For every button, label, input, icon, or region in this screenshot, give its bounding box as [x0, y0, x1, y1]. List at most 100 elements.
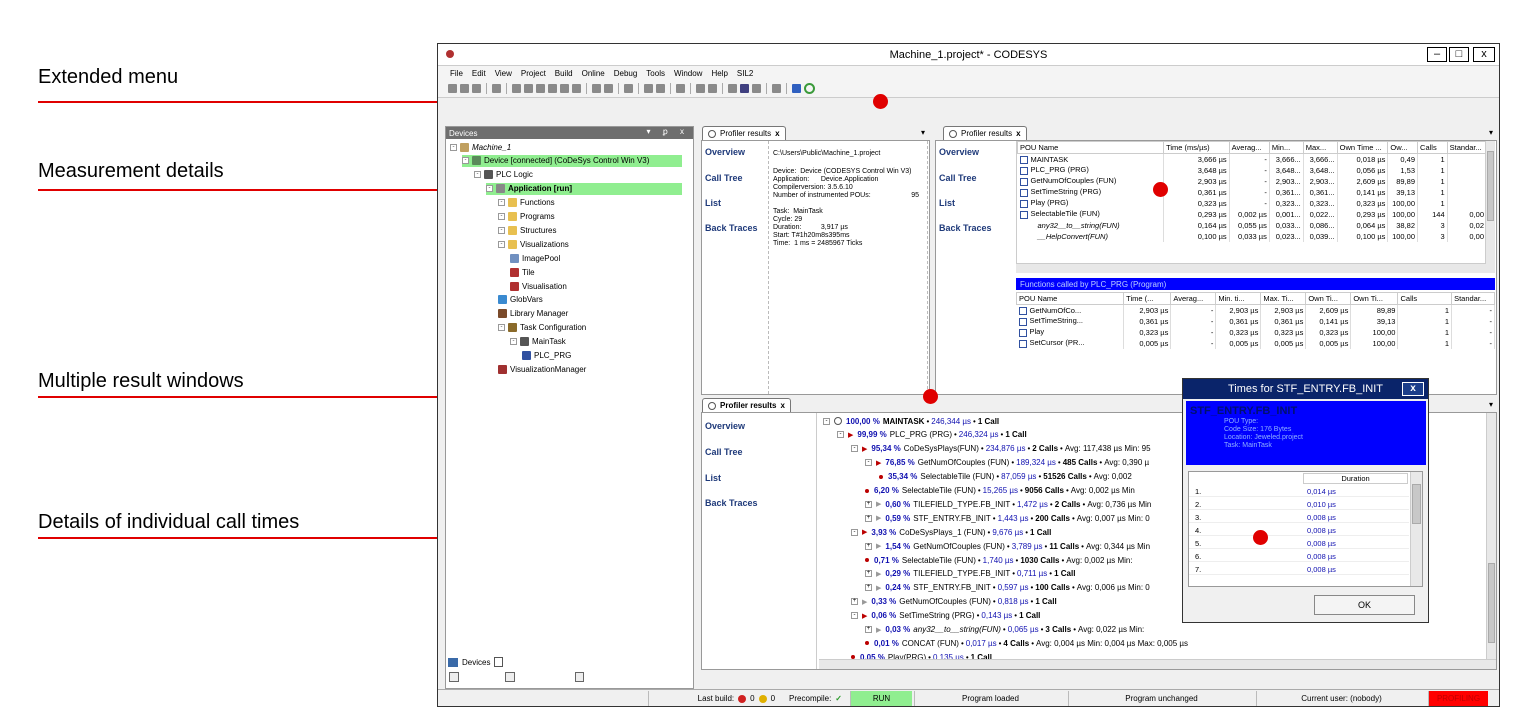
login-icon[interactable] — [696, 84, 705, 93]
find-icon[interactable] — [592, 84, 601, 93]
collapse-icon[interactable]: - — [851, 612, 858, 620]
devices-header-controls[interactable]: ▾ ꝑ x — [646, 127, 689, 136]
expand-icon[interactable]: + — [851, 598, 858, 606]
tree-node[interactable]: - Functions — [498, 197, 555, 209]
list-vertical-scrollbar[interactable] — [1485, 141, 1495, 273]
call-tree-row[interactable]: - ▶ 76,85 % GetNumOfCouples (FUN) • 189,324… — [865, 457, 1149, 469]
collapse-icon[interactable]: - — [474, 171, 481, 179]
call-tree-row[interactable]: - ▶ 99,99 % PLC_PRG (PRG) • 246,324 µs • 1 … — [837, 429, 1027, 441]
tree-node[interactable]: Visualisation — [510, 280, 567, 292]
call-tree-row[interactable]: 35,34 % SelectableTile (FUN) • 87,059 µs … — [879, 471, 1132, 483]
new-file-icon[interactable] — [448, 84, 457, 93]
menu-item-view[interactable]: View — [495, 69, 512, 78]
logout-icon[interactable] — [708, 84, 717, 93]
tree-node[interactable]: - PLC Logic — [474, 169, 533, 181]
delete-icon[interactable] — [572, 84, 581, 93]
collapse-icon[interactable]: - — [462, 157, 469, 165]
column-header[interactable]: Standar... — [1451, 292, 1495, 305]
table-row[interactable]: Play 0,323 µs - 0,323 µs 0,323 µs 0,323 µs 100… — [1016, 326, 1495, 338]
pou-tab-icon[interactable] — [494, 657, 504, 667]
nav-overview[interactable]: Overview — [705, 421, 745, 431]
column-header[interactable]: POU Name — [1016, 292, 1125, 305]
close-button[interactable]: x — [1473, 47, 1495, 62]
duration-row[interactable]: 4. 0,008 µs — [1189, 524, 1409, 536]
profiling-toggle-icon[interactable] — [804, 83, 815, 94]
table-row[interactable]: SetCursor (PR... 0,005 µs - 0,005 µs 0,005 µ… — [1016, 337, 1495, 349]
maximize-button[interactable]: □ — [1449, 47, 1469, 62]
undo-icon[interactable] — [512, 84, 521, 93]
calltree-vertical-scrollbar[interactable] — [1486, 413, 1496, 659]
save-icon[interactable] — [472, 84, 481, 93]
column-header[interactable]: Min... — [1268, 141, 1304, 154]
table-row[interactable]: __HelpConvert(FUN) 0,100 µs 0,033 µs 0,023.… — [1017, 230, 1486, 242]
nav-back-traces[interactable]: Back Traces — [705, 498, 758, 508]
tree-node[interactable]: - Visualizations — [498, 238, 569, 250]
grid-icon[interactable] — [644, 84, 653, 93]
collapse-icon[interactable]: - — [450, 143, 457, 151]
table-row[interactable]: Play (PRG) 0,323 µs -0,323... 0,323... 0,323… — [1017, 197, 1486, 209]
nav-list[interactable]: List — [939, 198, 955, 208]
tab-profiler-results-2[interactable]: Profiler results x — [943, 126, 1027, 140]
tab-dropdown-chevron-down-icon[interactable]: ▾ — [1489, 400, 1493, 409]
call-tree-row[interactable]: - ▶ 0,06 % SetTimeString (PRG) • 0,143 µs •… — [851, 610, 1040, 622]
table-row[interactable]: PLC_PRG (PRG) 3,648 µs -3,648... 3,648... 0,… — [1017, 164, 1486, 176]
column-header[interactable]: Averag... — [1170, 292, 1217, 305]
dialog-scrollbar[interactable] — [1410, 472, 1422, 586]
column-header[interactable]: Calls — [1397, 292, 1453, 305]
table-row[interactable]: SetTimeString (PRG) 0,361 µs -0,361... 0,36… — [1017, 186, 1486, 198]
menu-item-window[interactable]: Window — [674, 69, 702, 78]
redo-icon[interactable] — [524, 84, 533, 93]
nav-list[interactable]: List — [705, 473, 721, 483]
column-header[interactable]: Own Ti... — [1305, 292, 1352, 305]
column-header[interactable]: Standar... — [1446, 141, 1486, 154]
column-header[interactable]: Own Ti... — [1350, 292, 1399, 305]
duration-row[interactable]: 1. 0,014 µs — [1189, 485, 1409, 497]
tab-profiler-results-3[interactable]: Profiler results x — [702, 398, 791, 412]
ok-button[interactable]: OK — [1314, 595, 1415, 615]
paste-icon[interactable] — [560, 84, 569, 93]
page-icon[interactable] — [575, 672, 584, 682]
tree-node[interactable]: - Device [connected] (CoDeSys Control Win… — [462, 154, 682, 167]
stop-icon[interactable] — [740, 84, 749, 93]
table-row[interactable]: GetNumOfCouples (FUN) 2,903 µs -2,903... 2,… — [1017, 175, 1486, 187]
tab-close-icon[interactable]: x — [1016, 129, 1020, 138]
column-header[interactable]: Averag... — [1228, 141, 1270, 154]
nav-back-traces[interactable]: Back Traces — [705, 223, 758, 233]
call-tree-row[interactable]: - 100,00 % MAINTASK • 246,344 µs • 1 Call — [823, 415, 999, 427]
devices-tab[interactable]: Devices — [462, 658, 490, 667]
open-file-icon[interactable] — [460, 84, 469, 93]
duration-row[interactable]: 6. 0,008 µs — [1189, 550, 1409, 562]
call-tree-row[interactable]: 0,01 % CONCAT (FUN) • 0,017 µs • 4 Calls … — [865, 637, 1188, 649]
call-tree-row[interactable]: + ▶ 0,33 % GetNumOfCouples (FUN) • 0,818 µs… — [851, 596, 1057, 608]
menu-item-help[interactable]: Help — [711, 69, 727, 78]
collapse-icon[interactable]: - — [498, 213, 505, 220]
expand-icon[interactable]: + — [865, 626, 872, 633]
menu-item-project[interactable]: Project — [521, 69, 546, 78]
call-tree-row[interactable]: - ▶ 95,34 % CoDeSysPlays(FUN) • 234,876 µs … — [851, 443, 1151, 455]
nav-overview[interactable]: Overview — [939, 147, 979, 157]
list-horizontal-scrollbar[interactable] — [1016, 263, 1486, 273]
column-header[interactable]: Time (... — [1123, 292, 1172, 305]
column-header[interactable]: POU Name — [1017, 141, 1165, 154]
properties-icon[interactable] — [505, 672, 515, 682]
collapse-icon[interactable]: - — [851, 445, 858, 453]
tab-dropdown-chevron-down-icon[interactable]: ▾ — [1489, 128, 1493, 137]
copy-icon[interactable] — [548, 84, 557, 93]
collapse-icon[interactable]: - — [865, 459, 872, 467]
collapse-icon[interactable]: - — [823, 417, 830, 425]
duration-row[interactable]: 3. 0,008 µs — [1189, 511, 1409, 523]
tree-node[interactable]: - Task Configuration — [498, 322, 586, 334]
column-header[interactable]: Ow... — [1387, 141, 1419, 154]
call-tree-row[interactable]: - ▶ 3,93 % CoDeSysPlays_1 (FUN) • 9,676 µs … — [851, 526, 1051, 538]
tree-node[interactable]: - Programs — [498, 211, 555, 223]
collapse-icon[interactable]: - — [837, 431, 844, 439]
collapse-icon[interactable]: - — [498, 324, 505, 332]
column-header[interactable]: Max... — [1302, 141, 1338, 154]
expand-icon[interactable]: + — [865, 500, 872, 508]
tab-close-icon[interactable]: x — [775, 129, 779, 138]
expand-icon[interactable]: + — [865, 584, 872, 592]
collapse-icon[interactable]: - — [498, 199, 505, 207]
collapse-icon[interactable]: - — [851, 528, 858, 536]
nav-call-tree[interactable]: Call Tree — [939, 173, 977, 183]
tab-profiler-results-1[interactable]: Profiler results x — [702, 126, 786, 140]
